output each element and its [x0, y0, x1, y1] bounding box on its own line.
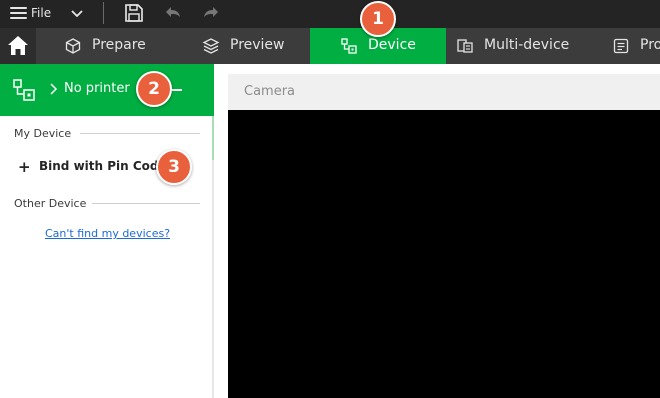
camera-view[interactable]: [228, 110, 660, 398]
camera-top-strip: [228, 64, 660, 74]
device-icon: [340, 37, 358, 55]
plus-icon: +: [18, 158, 31, 176]
callout-badge-2: 2: [136, 71, 172, 107]
other-device-heading: Other Device: [14, 197, 87, 210]
tab-label-project: Pro: [640, 37, 660, 53]
bind-with-pin-code-label: Bind with Pin Cod: [39, 159, 159, 173]
tab-prepare[interactable]: Prepare: [52, 28, 172, 64]
undo-icon[interactable]: [161, 2, 185, 24]
file-menu-label[interactable]: File: [31, 6, 51, 20]
tab-multi-device[interactable]: Multi-device: [446, 28, 594, 64]
panel-gap: [214, 64, 228, 398]
camera-label: Camera: [244, 84, 296, 99]
chevron-down-icon[interactable]: [64, 3, 90, 23]
callout-badge-3: 3: [156, 149, 192, 185]
printer-name-label: No printer: [64, 81, 130, 96]
title-bar: File: [0, 0, 660, 28]
tab-label-device: Device: [368, 37, 416, 53]
hamburger-menu-icon[interactable]: [10, 5, 28, 21]
cant-find-devices-link[interactable]: Can't find my devices?: [45, 227, 170, 240]
tab-label-prepare: Prepare: [92, 37, 146, 53]
my-device-divider: [80, 133, 200, 134]
printer-device-icon: [12, 78, 36, 102]
multi-device-icon: [456, 37, 474, 55]
chevron-right-icon: [48, 81, 58, 95]
callout-badge-1: 1: [360, 1, 396, 37]
project-icon: [612, 37, 630, 55]
tab-label-preview: Preview: [230, 37, 285, 53]
save-icon[interactable]: [122, 2, 146, 24]
other-device-divider: [92, 203, 200, 204]
cube-icon: [64, 37, 82, 55]
redo-icon[interactable]: [199, 2, 223, 24]
tab-project[interactable]: Pro: [604, 28, 660, 64]
camera-header: Camera: [228, 74, 660, 110]
home-icon[interactable]: [0, 28, 36, 64]
my-device-heading: My Device: [14, 127, 72, 140]
layers-icon: [202, 37, 220, 55]
tab-bar: Prepare Preview Device Multi-device Pro: [0, 28, 660, 64]
toolbar-divider: [103, 2, 104, 24]
tab-label-multi-device: Multi-device: [484, 37, 570, 53]
printer-bar-dash: [172, 89, 182, 91]
printer-selector-bar[interactable]: No printer: [0, 64, 218, 116]
tab-preview[interactable]: Preview: [190, 28, 310, 64]
